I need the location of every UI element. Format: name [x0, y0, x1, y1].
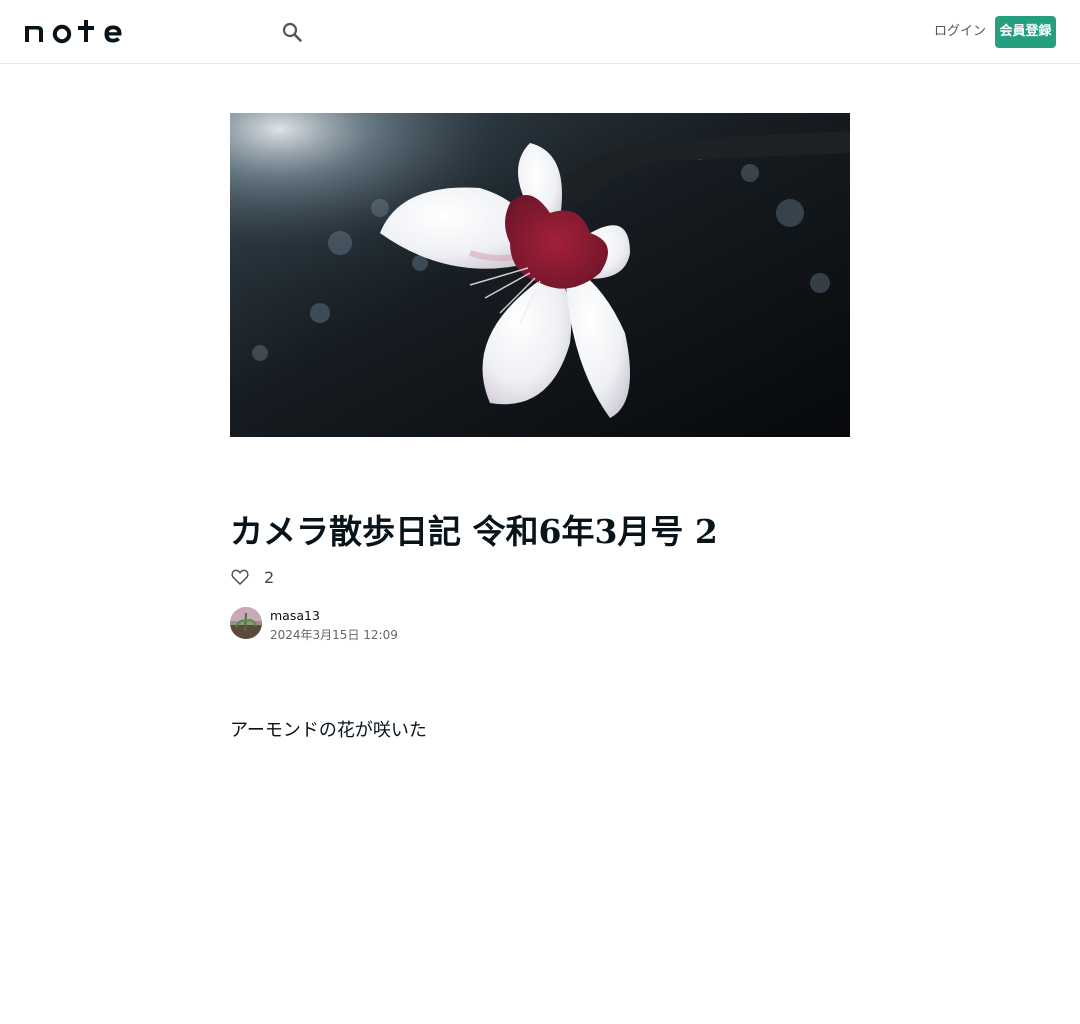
like-row: 2 — [230, 565, 274, 589]
like-count: 2 — [264, 567, 275, 587]
site-header: ログイン 会員登録 — [0, 0, 1080, 64]
article-body: アーモンドの花が咲いた — [230, 720, 427, 741]
note-logo[interactable] — [24, 18, 124, 44]
login-button[interactable]: ログイン — [924, 16, 996, 48]
article-title: カメラ散歩日記 令和6年3月号 2 — [230, 512, 718, 551]
signup-button[interactable]: 会員登録 — [995, 16, 1056, 48]
almond-blossom-photo — [230, 113, 850, 437]
heart-icon[interactable] — [230, 567, 250, 587]
avatar[interactable] — [230, 607, 262, 639]
publish-date: 2024年3月15日 12:09 — [270, 628, 398, 642]
hero-image — [230, 113, 850, 437]
author-name[interactable]: masa13 — [270, 608, 320, 623]
search-icon[interactable] — [280, 20, 304, 44]
